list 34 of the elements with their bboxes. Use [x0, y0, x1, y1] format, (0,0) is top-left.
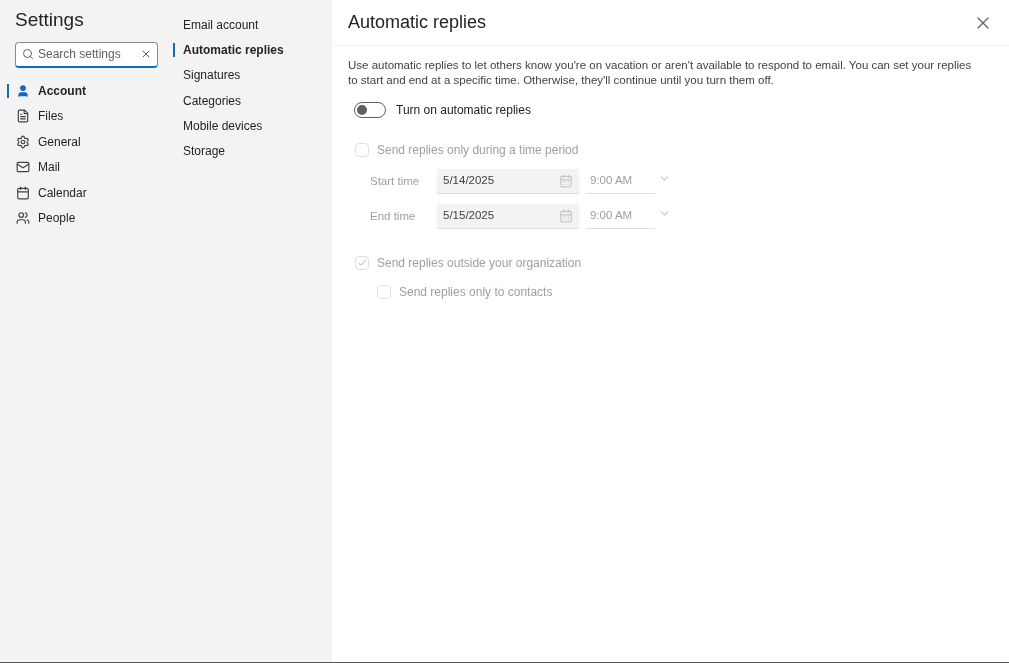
search-icon — [22, 48, 34, 60]
nav-item[interactable]: Calendar — [0, 180, 172, 206]
toggle-switch[interactable] — [354, 102, 386, 118]
settings-title: Settings — [15, 8, 85, 32]
nav-item[interactable]: People — [0, 205, 172, 231]
calendar-icon — [559, 209, 573, 223]
people-icon — [16, 211, 30, 226]
checkbox-label: Send replies only to contacts — [399, 284, 553, 301]
clear-icon[interactable] — [140, 48, 152, 60]
time-label: Start time — [370, 173, 421, 189]
subnav-item[interactable]: Email account — [172, 12, 332, 38]
person-icon — [16, 83, 30, 98]
subnav-item[interactable]: Signatures — [172, 62, 332, 88]
panel-title: Automatic replies — [348, 11, 487, 34]
check-icon — [357, 258, 367, 268]
time-label: End time — [370, 208, 417, 224]
subnav-item[interactable]: Automatic replies — [172, 37, 332, 63]
checkbox-label: Send replies only during a time period — [377, 142, 579, 159]
nav-item[interactable]: Files — [0, 103, 172, 129]
calendar-icon — [559, 174, 573, 188]
subnav-item[interactable]: Storage — [172, 138, 332, 164]
nav-item[interactable]: General — [0, 129, 172, 155]
description-text: Use automatic replies to let others know you're on vacation or aren't available to respond to email. You can set your replies to start and end at a specific time. Otherwise, they'll continue until you turn them off. — [348, 58, 973, 88]
nav-item[interactable]: Mail — [0, 154, 172, 180]
toggle-label: Turn on automatic replies — [396, 102, 531, 119]
envelope-icon — [16, 160, 30, 175]
gear-icon — [16, 134, 30, 149]
calendar-icon — [16, 185, 30, 200]
document-icon — [16, 109, 30, 124]
subnav-item[interactable]: Mobile devices — [172, 113, 332, 139]
search-field[interactable]: Search settings — [15, 41, 158, 68]
checkbox-label: Send replies outside your organization — [377, 255, 582, 272]
subnav-item[interactable]: Categories — [172, 87, 332, 114]
nav-item[interactable]: Account — [0, 78, 172, 104]
